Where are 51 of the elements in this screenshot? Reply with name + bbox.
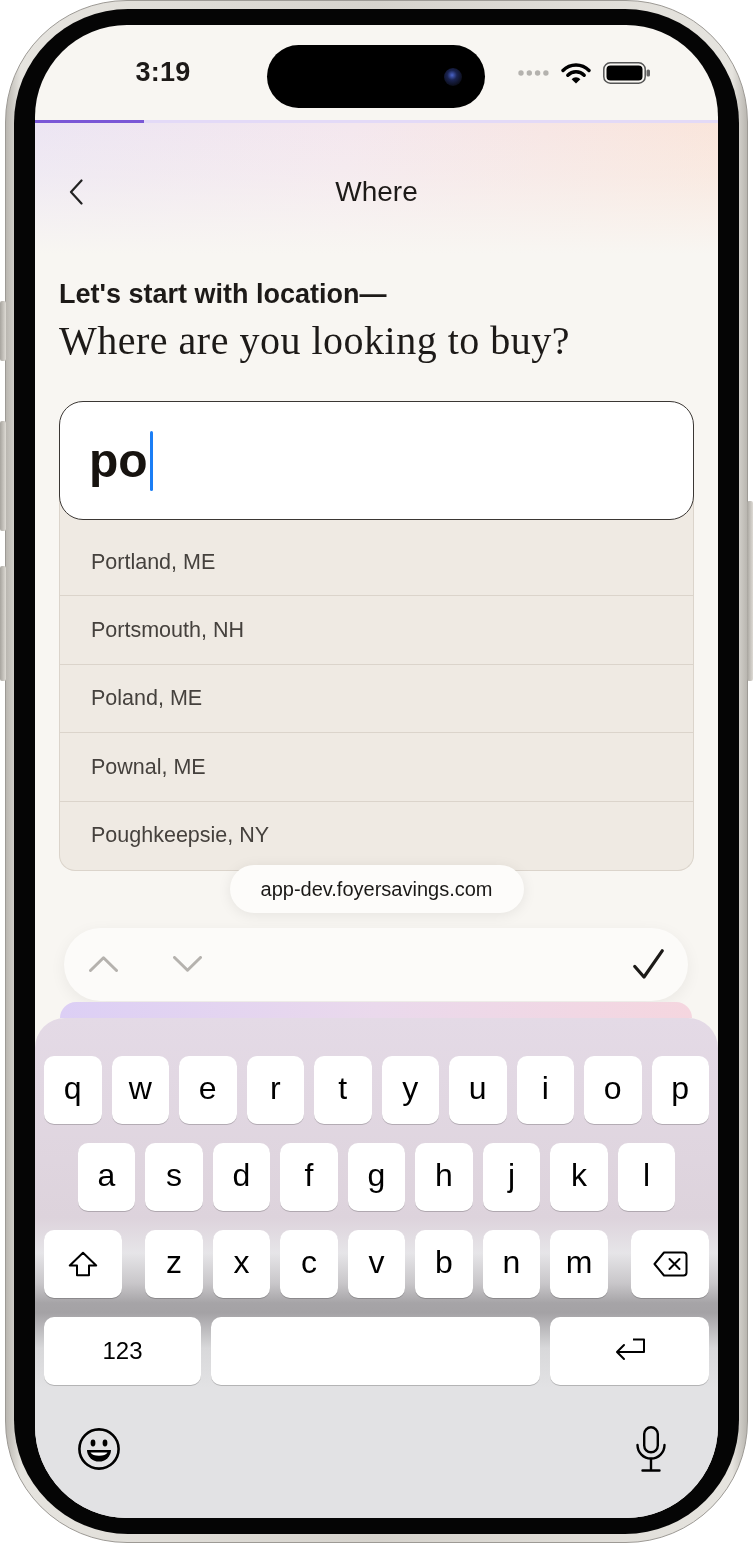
keyboard-key[interactable]: b — [415, 1229, 473, 1298]
keyboard-key[interactable]: s — [145, 1142, 203, 1211]
back-icon[interactable] — [69, 179, 83, 205]
location-input[interactable]: po — [59, 401, 694, 520]
numbers-key[interactable]: 123 — [44, 1316, 201, 1385]
keyboard-key[interactable]: a — [77, 1142, 136, 1211]
keyboard-key[interactable]: p — [651, 1055, 709, 1124]
keyboard-key[interactable]: h — [415, 1142, 473, 1211]
camera-lens-icon — [444, 67, 462, 86]
keyboard-key[interactable]: v — [347, 1229, 406, 1298]
delete-key[interactable] — [631, 1229, 709, 1298]
keyboard-key[interactable]: x — [212, 1229, 271, 1298]
keyboard-key[interactable]: o — [584, 1055, 642, 1124]
phone-side-key — [0, 301, 6, 361]
keyboard-key[interactable]: i — [516, 1055, 574, 1124]
keyboard-key[interactable]: g — [347, 1142, 406, 1211]
microphone-icon[interactable] — [636, 1425, 666, 1472]
checkmark-icon[interactable] — [633, 949, 664, 980]
wifi-icon — [561, 61, 591, 84]
keyboard-key[interactable]: u — [449, 1055, 507, 1124]
keyboard-key[interactable]: j — [482, 1142, 541, 1211]
keyboard-key[interactable]: t — [314, 1055, 372, 1124]
keyboard-key[interactable]: f — [280, 1142, 338, 1211]
signal-dots-icon — [518, 69, 549, 76]
suggestion-item[interactable]: Poughkeepsie, NY — [60, 801, 693, 862]
page-title: Where — [335, 175, 418, 209]
text-cursor — [149, 430, 153, 491]
keyboard-key[interactable]: e — [179, 1055, 237, 1124]
keyboard-key[interactable]: k — [550, 1142, 608, 1211]
keyboard-key[interactable]: y — [381, 1055, 439, 1124]
address-bar[interactable]: app-dev.foyersavings.com — [229, 864, 524, 913]
suggestion-item[interactable]: Portland, ME — [60, 528, 693, 597]
keyboard-key[interactable]: l — [617, 1142, 676, 1211]
keyboard-key[interactable]: z — [145, 1229, 203, 1298]
keyboard-key[interactable]: m — [550, 1229, 608, 1298]
suggestion-item[interactable]: Poland, ME — [60, 664, 693, 734]
keyboard-key[interactable]: w — [111, 1055, 169, 1124]
shift-key[interactable] — [44, 1229, 122, 1298]
suggestion-item[interactable]: Portsmouth, NH — [60, 596, 693, 665]
prompt-question: Where are you looking to buy? — [59, 318, 571, 364]
backspace-icon — [652, 1250, 688, 1277]
battery-icon — [603, 61, 650, 84]
suggestion-item[interactable]: Pownal, ME — [60, 733, 693, 802]
prompt-eyebrow: Let's start with location— — [59, 278, 388, 310]
keyboard-key[interactable]: c — [280, 1229, 338, 1298]
keyboard-key[interactable]: q — [44, 1055, 102, 1124]
keyboard-key[interactable]: n — [482, 1229, 541, 1298]
keyboard-key[interactable]: r — [246, 1055, 304, 1124]
keyboard-key[interactable]: d — [212, 1142, 271, 1211]
status-time: 3:19 — [135, 56, 191, 90]
smiley-icon[interactable] — [78, 1427, 120, 1470]
